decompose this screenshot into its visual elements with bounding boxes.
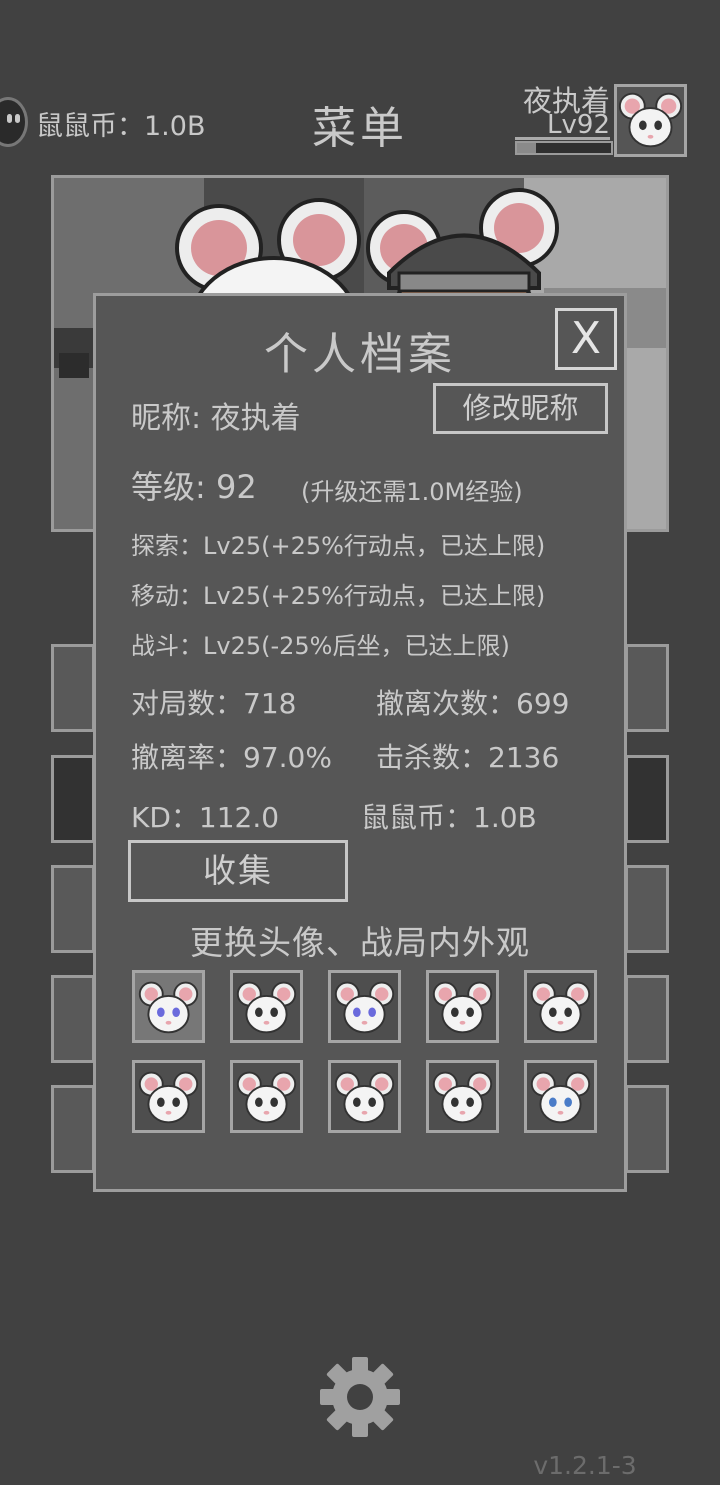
mouse-face-icon [334, 1071, 395, 1124]
gear-icon[interactable] [318, 1355, 402, 1439]
mouse-face-icon [530, 981, 591, 1034]
profile-dialog: 个人档案 X 昵称: 夜执着 修改昵称 等级: 92 (升级还需1.0M经验) … [93, 293, 627, 1192]
stat-kd: KD：112.0 [131, 801, 280, 834]
mouse-face-icon [432, 981, 493, 1034]
mouse-face-icon [236, 981, 297, 1034]
avatar-option-4[interactable] [426, 970, 499, 1043]
mouse-face-icon [530, 1071, 591, 1124]
coin-icon [0, 97, 28, 147]
avatar-option-6[interactable] [132, 1060, 205, 1133]
menu-button-right-5[interactable] [625, 1085, 669, 1173]
xp-progress-fill [517, 143, 536, 153]
close-button[interactable]: X [555, 308, 617, 370]
mouse-face-icon [138, 981, 199, 1034]
menu-button-right-1[interactable] [625, 644, 669, 732]
combat-skill: 战斗：Lv25(-25%后坐，已达上限) [131, 632, 510, 660]
stat-extractions: 撤离次数：699 [376, 687, 570, 720]
menu-button-left-1[interactable] [51, 644, 95, 732]
rename-button[interactable]: 修改昵称 [433, 383, 608, 434]
mouse-face-icon [432, 1071, 493, 1124]
settings-gear-svg [320, 1357, 400, 1437]
mouse-face-icon [138, 1071, 199, 1124]
avatar-option-9[interactable] [426, 1060, 499, 1133]
menu-button-left-4[interactable] [51, 975, 95, 1063]
move-skill: 移动：Lv25(+25%行动点，已达上限) [131, 582, 546, 610]
version-label: v1.2.1-3 [533, 1451, 637, 1480]
dialog-title: 个人档案 [264, 329, 456, 380]
coin-balance: 鼠鼠币：1.0B [36, 111, 206, 142]
menu-button-right-3[interactable] [625, 865, 669, 953]
player-avatar[interactable] [614, 84, 687, 157]
stat-matches: 对局数：718 [131, 687, 297, 720]
level-hint: (升级还需1.0M经验) [301, 478, 523, 506]
avatar-option-1[interactable] [132, 970, 205, 1043]
mouse-face-icon [236, 1071, 297, 1124]
avatar-option-8[interactable] [328, 1060, 401, 1133]
mouse-face-icon [334, 981, 395, 1034]
xp-progress-bar [515, 141, 613, 155]
menu-button-left-3[interactable] [51, 865, 95, 953]
level-line: 等级: 92 [131, 468, 257, 506]
stat-extract-rate: 撤离率：97.0% [131, 741, 332, 774]
collect-button[interactable]: 收集 [128, 840, 348, 902]
level-underline [515, 137, 610, 140]
page-title: 菜单 [312, 103, 408, 154]
menu-button-right-4[interactable] [625, 975, 669, 1063]
nickname-line: 昵称: 夜执着 [131, 401, 301, 436]
menu-button-left-5[interactable] [51, 1085, 95, 1173]
avatar-option-3[interactable] [328, 970, 401, 1043]
avatar-option-7[interactable] [230, 1060, 303, 1133]
player-level: Lv92 [547, 110, 610, 140]
menu-button-left-2[interactable] [51, 755, 95, 843]
avatar-option-10[interactable] [524, 1060, 597, 1133]
menu-button-right-2[interactable] [625, 755, 669, 843]
skin-heading: 更换头像、战局内外观 [190, 923, 530, 962]
white-mouse-avatar-icon [618, 92, 683, 148]
stat-coins: 鼠鼠币：1.0B [361, 801, 537, 834]
stat-kills: 击杀数：2136 [376, 741, 560, 774]
avatar-option-5[interactable] [524, 970, 597, 1043]
avatar-option-2[interactable] [230, 970, 303, 1043]
explore-skill: 探索：Lv25(+25%行动点，已达上限) [131, 532, 546, 560]
